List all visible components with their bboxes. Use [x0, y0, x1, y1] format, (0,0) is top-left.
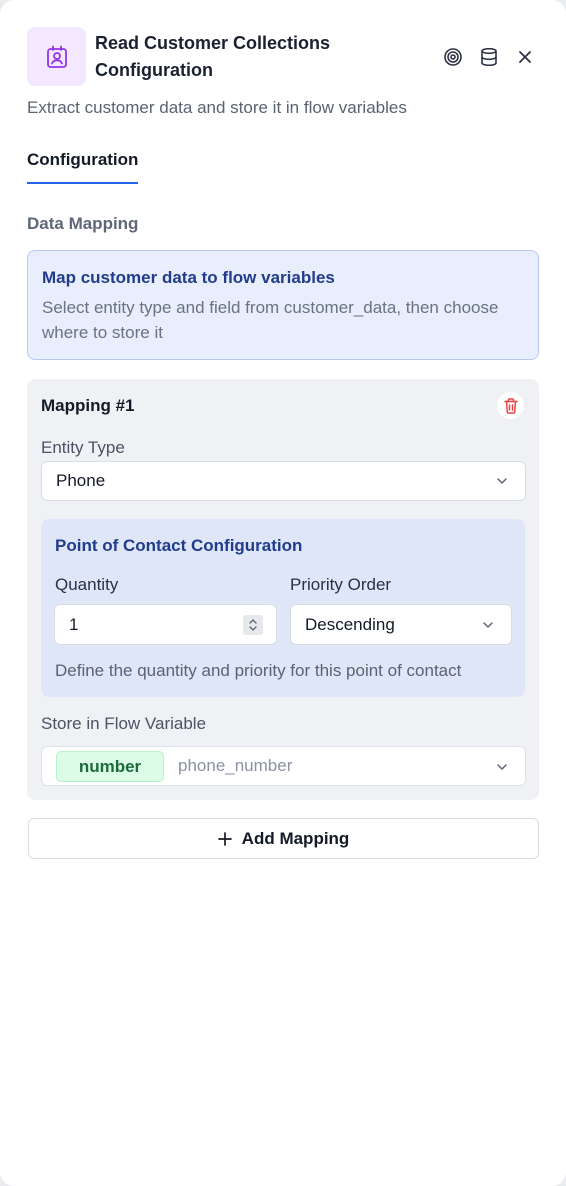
tab-configuration[interactable]: Configuration: [27, 148, 139, 184]
info-box: Map customer data to flow variables Sele…: [27, 250, 539, 360]
chevron-down-icon: [497, 478, 507, 484]
entity-type-value: Phone: [56, 471, 106, 490]
close-icon[interactable]: [512, 44, 538, 70]
info-text: Select entity type and field from custom…: [42, 298, 499, 342]
point-of-contact-config: Point of Contact Configuration Quantity …: [41, 519, 525, 697]
panel-subtitle: Extract customer data and store it in fl…: [27, 98, 407, 117]
database-icon[interactable]: [476, 44, 502, 70]
add-mapping-label: Add Mapping: [241, 828, 350, 848]
poc-title: Point of Contact Configuration: [55, 536, 303, 555]
quantity-label: Quantity: [55, 575, 119, 594]
chevron-down-icon: [497, 764, 507, 770]
plus-icon: [217, 831, 232, 846]
variable-type-badge: number: [56, 751, 164, 782]
entity-type-label: Entity Type: [41, 438, 125, 457]
contact-card-icon: [27, 27, 86, 86]
add-mapping-button[interactable]: Add Mapping: [28, 818, 539, 859]
trash-icon: [503, 397, 518, 414]
target-icon[interactable]: [440, 44, 466, 70]
panel-title: Read Customer Collections Configuration: [95, 33, 331, 80]
info-title: Map customer data to flow variables: [42, 268, 335, 287]
section-label: Data Mapping: [27, 214, 139, 233]
delete-mapping-button[interactable]: [497, 392, 524, 419]
panel-header: Read Customer Collections Configuration: [27, 27, 539, 87]
priority-label: Priority Order: [290, 575, 392, 594]
mapping-card: Mapping #1 Entity Type Phone Point of Co…: [27, 379, 539, 800]
store-variable-label: Store in Flow Variable: [41, 714, 207, 733]
quantity-stepper[interactable]: [243, 615, 263, 635]
quantity-value: 1: [69, 614, 79, 634]
priority-order-select[interactable]: Descending: [290, 604, 512, 645]
chevron-down-icon: [483, 621, 493, 628]
variable-placeholder: phone_number: [178, 756, 293, 775]
config-panel: Read Customer Collections Configuration …: [0, 0, 566, 1186]
entity-type-select[interactable]: Phone: [41, 461, 526, 501]
quantity-input[interactable]: 1: [54, 604, 277, 645]
flow-variable-select[interactable]: number phone_number: [41, 746, 526, 786]
mapping-title: Mapping #1: [41, 396, 135, 415]
poc-help-text: Define the quantity and priority for thi…: [55, 661, 462, 680]
priority-value: Descending: [305, 614, 395, 634]
